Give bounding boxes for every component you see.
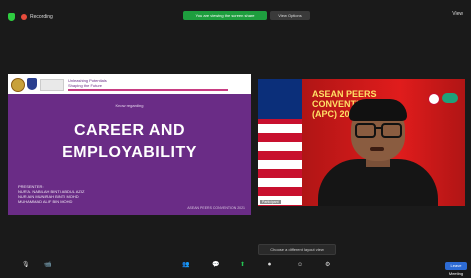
chat-icon[interactable]: 💬 xyxy=(212,261,219,269)
slide-subtitle: Know regarding xyxy=(115,103,144,108)
glasses-bridge xyxy=(374,127,381,129)
university-logo xyxy=(11,78,25,92)
shared-screen: Unleashing Potentials Shaping the Future… xyxy=(8,74,251,215)
participant-name: Participant xyxy=(260,200,281,204)
person-hair xyxy=(349,99,407,121)
accent-line xyxy=(68,89,228,91)
reactions-icon[interactable]: ☺ xyxy=(297,261,303,269)
slide-title-line2: EMPLOYABILITY xyxy=(62,144,197,161)
view-button[interactable]: View xyxy=(452,11,463,17)
recording-label: Recording xyxy=(30,14,53,20)
record-icon[interactable]: ⏺ xyxy=(268,261,271,269)
slide-title-line1: CAREER AND xyxy=(73,122,186,139)
apps-icon[interactable]: ⚙ xyxy=(325,261,330,269)
security-shield-icon[interactable] xyxy=(8,13,15,21)
unmute-icon[interactable]: 🎙 xyxy=(22,261,30,269)
partner-logo xyxy=(40,79,64,91)
flag-canton xyxy=(258,79,302,119)
record-dot-icon xyxy=(21,14,27,20)
meeting-top-bar: Recording You are viewing the screen sha… xyxy=(0,0,471,22)
participant-video[interactable]: ASEAN PEERS CONVENTION (APC) 2021 Partic… xyxy=(258,79,465,206)
slide-header: Unleashing Potentials Shaping the Future xyxy=(8,74,251,94)
leave-button[interactable]: Leave Meeting xyxy=(445,262,467,276)
slide-slogan: Unleashing Potentials Shaping the Future xyxy=(68,78,107,88)
share-screen-icon[interactable]: ⬆ xyxy=(240,261,245,269)
sponsor-badge-icon xyxy=(442,93,458,103)
screen-share-banner: You are viewing the screen share xyxy=(183,11,267,20)
person-mouth xyxy=(370,147,384,151)
start-video-icon[interactable]: 📹 xyxy=(44,261,51,269)
slide-presenters: PRESENTER: NUR'A. NABILAH BINTI ABDUL AZ… xyxy=(18,184,85,204)
layout-view-button[interactable]: Choose a different layout view xyxy=(258,244,336,255)
glasses-left xyxy=(355,123,376,138)
participants-icon[interactable]: 👥 xyxy=(182,261,189,269)
slide-footer: ASEAN PEERS CONVENTION 2021 xyxy=(187,206,245,210)
recording-indicator: Recording xyxy=(21,12,57,22)
view-options-button[interactable]: View Options xyxy=(270,11,310,20)
meeting-toolbar: 🎙 📹 👥 💬 ⬆ ⏺ ☺ ⚙ Leave Meeting xyxy=(0,258,471,276)
glasses-right xyxy=(381,123,402,138)
crest-logo xyxy=(27,78,37,90)
event-badge-icon xyxy=(428,93,440,105)
